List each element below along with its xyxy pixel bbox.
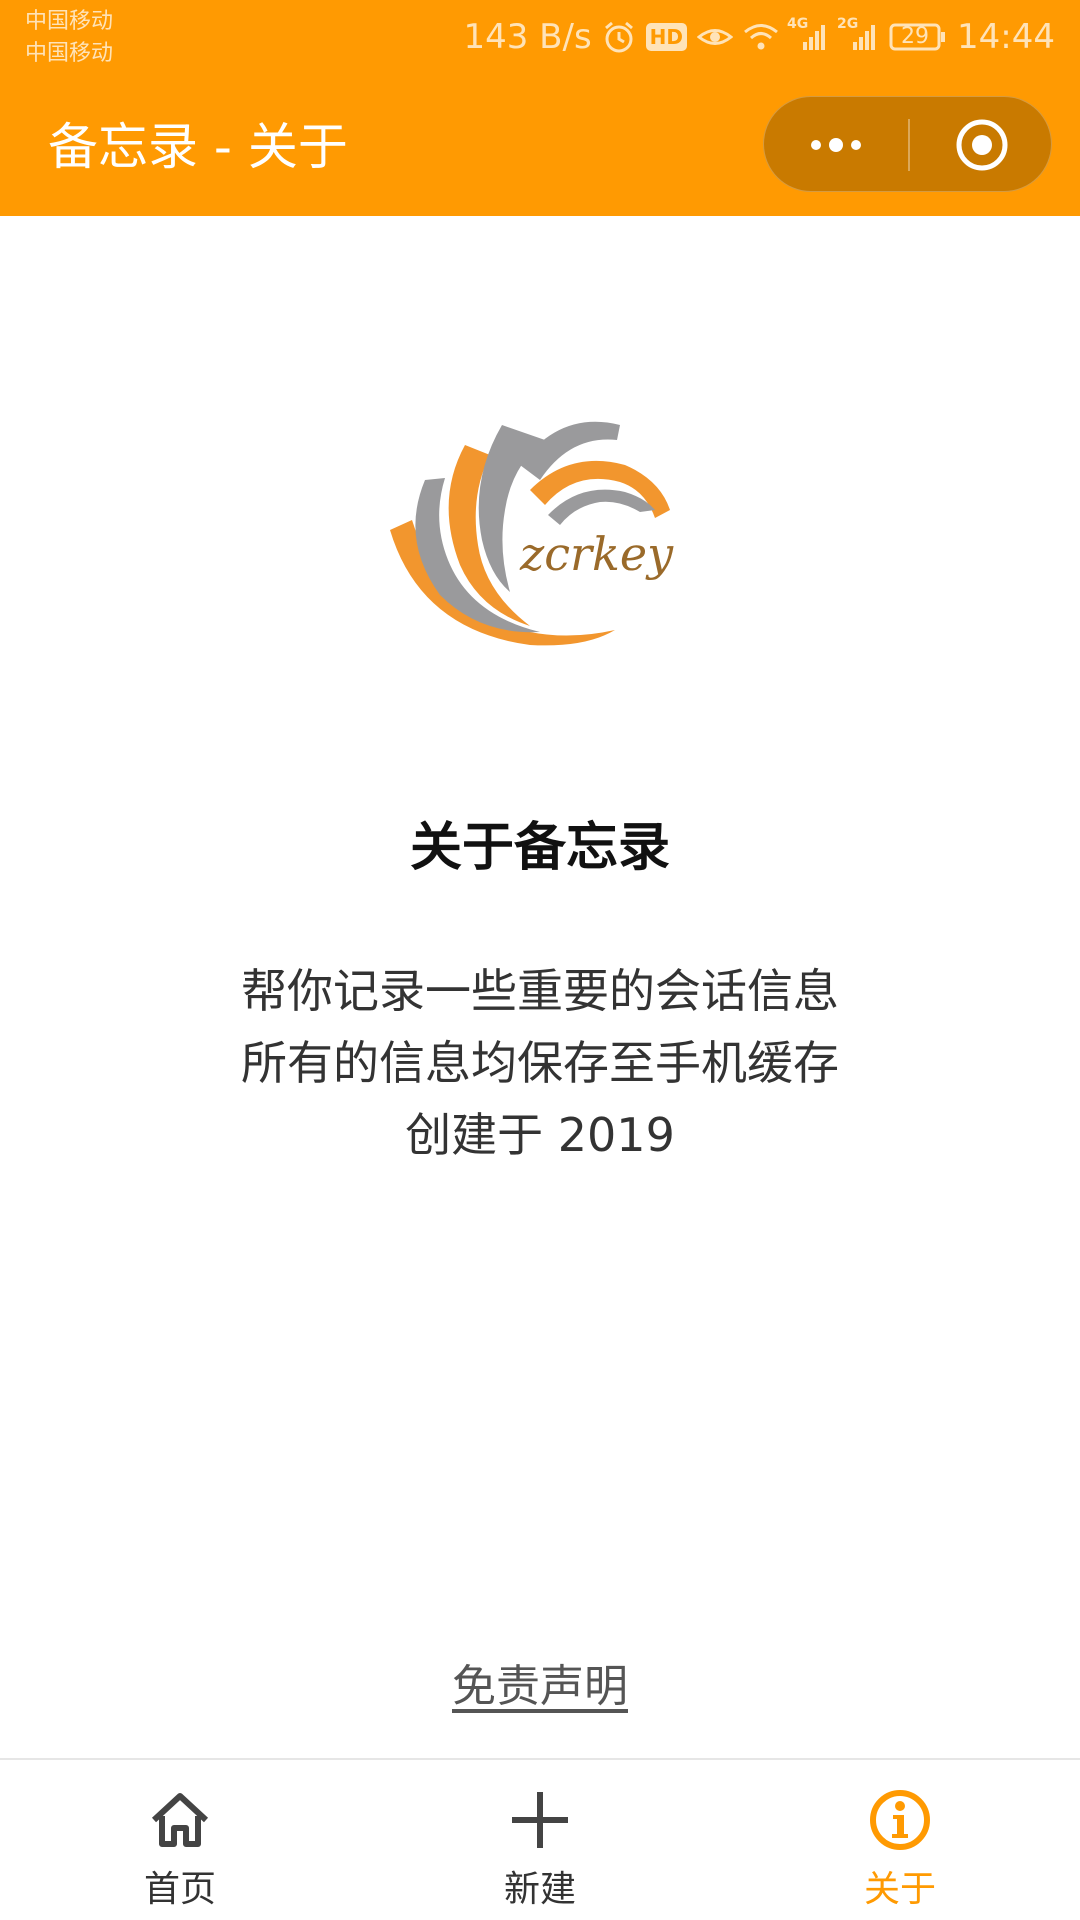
app-logo: zcrkey: [370, 370, 690, 670]
info-icon: [868, 1788, 932, 1852]
tab-new-label: 新建: [503, 1869, 576, 1910]
signal-2-type: 2G: [837, 16, 859, 32]
description-line-2: 所有的信息均保存至手机缓存: [241, 1036, 839, 1090]
description-line-1: 帮你记录一些重要的会话信息: [241, 964, 839, 1018]
carrier-info: 中国移动 中国移动: [25, 6, 113, 70]
plus-icon: [508, 1788, 572, 1852]
carrier-1: 中国移动: [25, 9, 114, 34]
logo-text: zcrkey: [519, 527, 674, 581]
disclaimer-container: 免责声明: [0, 1650, 1080, 1714]
ellipsis-icon[interactable]: [806, 125, 866, 165]
home-icon: [148, 1788, 212, 1852]
description-line-3: 创建于 2019: [405, 1108, 675, 1162]
alarm-icon: [602, 20, 636, 54]
status-bar-right: 143 B/s HD 4G 2G 29 14:44: [463, 12, 1055, 62]
mini-program-capsule: [763, 96, 1052, 192]
carrier-2: 中国移动: [25, 41, 114, 66]
header-bar: 中国移动 中国移动 143 B/s HD 4G 2G 29 14:44 备忘录 …: [0, 0, 1080, 216]
bottom-tab-bar: 首页 新建 关于: [0, 1758, 1080, 1920]
page-title: 备忘录 - 关于: [48, 118, 348, 176]
battery-level: 29: [901, 24, 930, 49]
tab-home-label: 首页: [143, 1869, 216, 1910]
target-circle-icon[interactable]: [954, 117, 1010, 173]
tab-about-label: 关于: [863, 1869, 936, 1910]
tab-about[interactable]: 关于: [720, 1760, 1080, 1920]
capsule-divider: [908, 119, 910, 171]
tab-new[interactable]: 新建: [360, 1760, 720, 1920]
hd-badge: HD: [645, 23, 688, 51]
signal-1-type: 4G: [787, 16, 809, 32]
disclaimer-link[interactable]: 免责声明: [452, 1661, 628, 1712]
tab-home[interactable]: 首页: [0, 1760, 360, 1920]
signal-icon-2: 2G: [837, 16, 879, 52]
about-description: 帮你记录一些重要的会话信息 所有的信息均保存至手机缓存 创建于 2019: [0, 955, 1080, 1171]
wifi-icon: [743, 22, 779, 52]
eye-icon: [697, 22, 734, 52]
battery-icon: 29: [889, 22, 947, 52]
about-title: 关于备忘录: [409, 818, 670, 878]
network-speed: 143 B/s: [463, 17, 592, 57]
signal-icon-1: 4G: [787, 16, 829, 52]
clock: 14:44: [957, 17, 1055, 57]
